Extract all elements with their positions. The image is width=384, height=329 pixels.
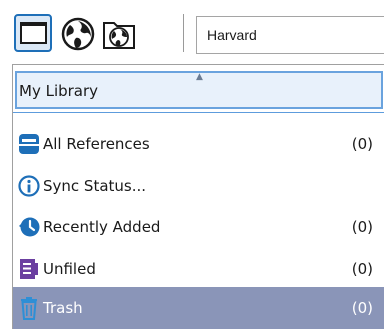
collection-unfiled[interactable]: Unfiled (0) bbox=[13, 248, 384, 290]
sort-indicator-icon: ▲ bbox=[196, 72, 203, 82]
folder-window-icon bbox=[19, 22, 47, 44]
online-library-button[interactable] bbox=[100, 14, 138, 52]
folder-view-button[interactable] bbox=[14, 14, 52, 52]
collection-label: Sync Status... bbox=[43, 177, 147, 195]
collection-count: (0) bbox=[351, 299, 373, 317]
collection-count: (0) bbox=[351, 218, 373, 236]
citation-style-select[interactable]: Harvard bbox=[196, 16, 384, 54]
library-header-label: My Library bbox=[19, 82, 99, 100]
toolbar-separator bbox=[183, 14, 184, 52]
online-search-button[interactable] bbox=[60, 16, 96, 52]
info-icon bbox=[17, 174, 41, 198]
collection-sync-status[interactable]: Sync Status... bbox=[13, 165, 384, 207]
unfiled-icon bbox=[17, 257, 41, 281]
all-references-icon bbox=[17, 132, 41, 156]
trash-icon bbox=[17, 296, 41, 320]
collection-count: (0) bbox=[351, 260, 373, 278]
collection-label: Recently Added bbox=[43, 218, 161, 236]
collection-label: All References bbox=[43, 135, 150, 153]
toolbar: Harvard bbox=[0, 0, 384, 66]
collection-label: Unfiled bbox=[43, 260, 96, 278]
collection-trash[interactable]: Trash (0) bbox=[13, 287, 384, 329]
collection-label: Trash bbox=[43, 299, 83, 317]
recently-added-icon bbox=[17, 215, 41, 239]
collection-recently-added[interactable]: Recently Added (0) bbox=[13, 206, 384, 248]
library-header[interactable]: ▲ My Library bbox=[13, 65, 384, 113]
citation-style-value: Harvard bbox=[207, 27, 257, 43]
globe-icon bbox=[61, 17, 95, 51]
library-panel: ▲ My Library All References (0) Sync Sta… bbox=[12, 64, 384, 329]
collection-all-references[interactable]: All References (0) bbox=[13, 123, 384, 165]
collection-count: (0) bbox=[351, 135, 373, 153]
globe-alt-icon bbox=[103, 22, 135, 49]
